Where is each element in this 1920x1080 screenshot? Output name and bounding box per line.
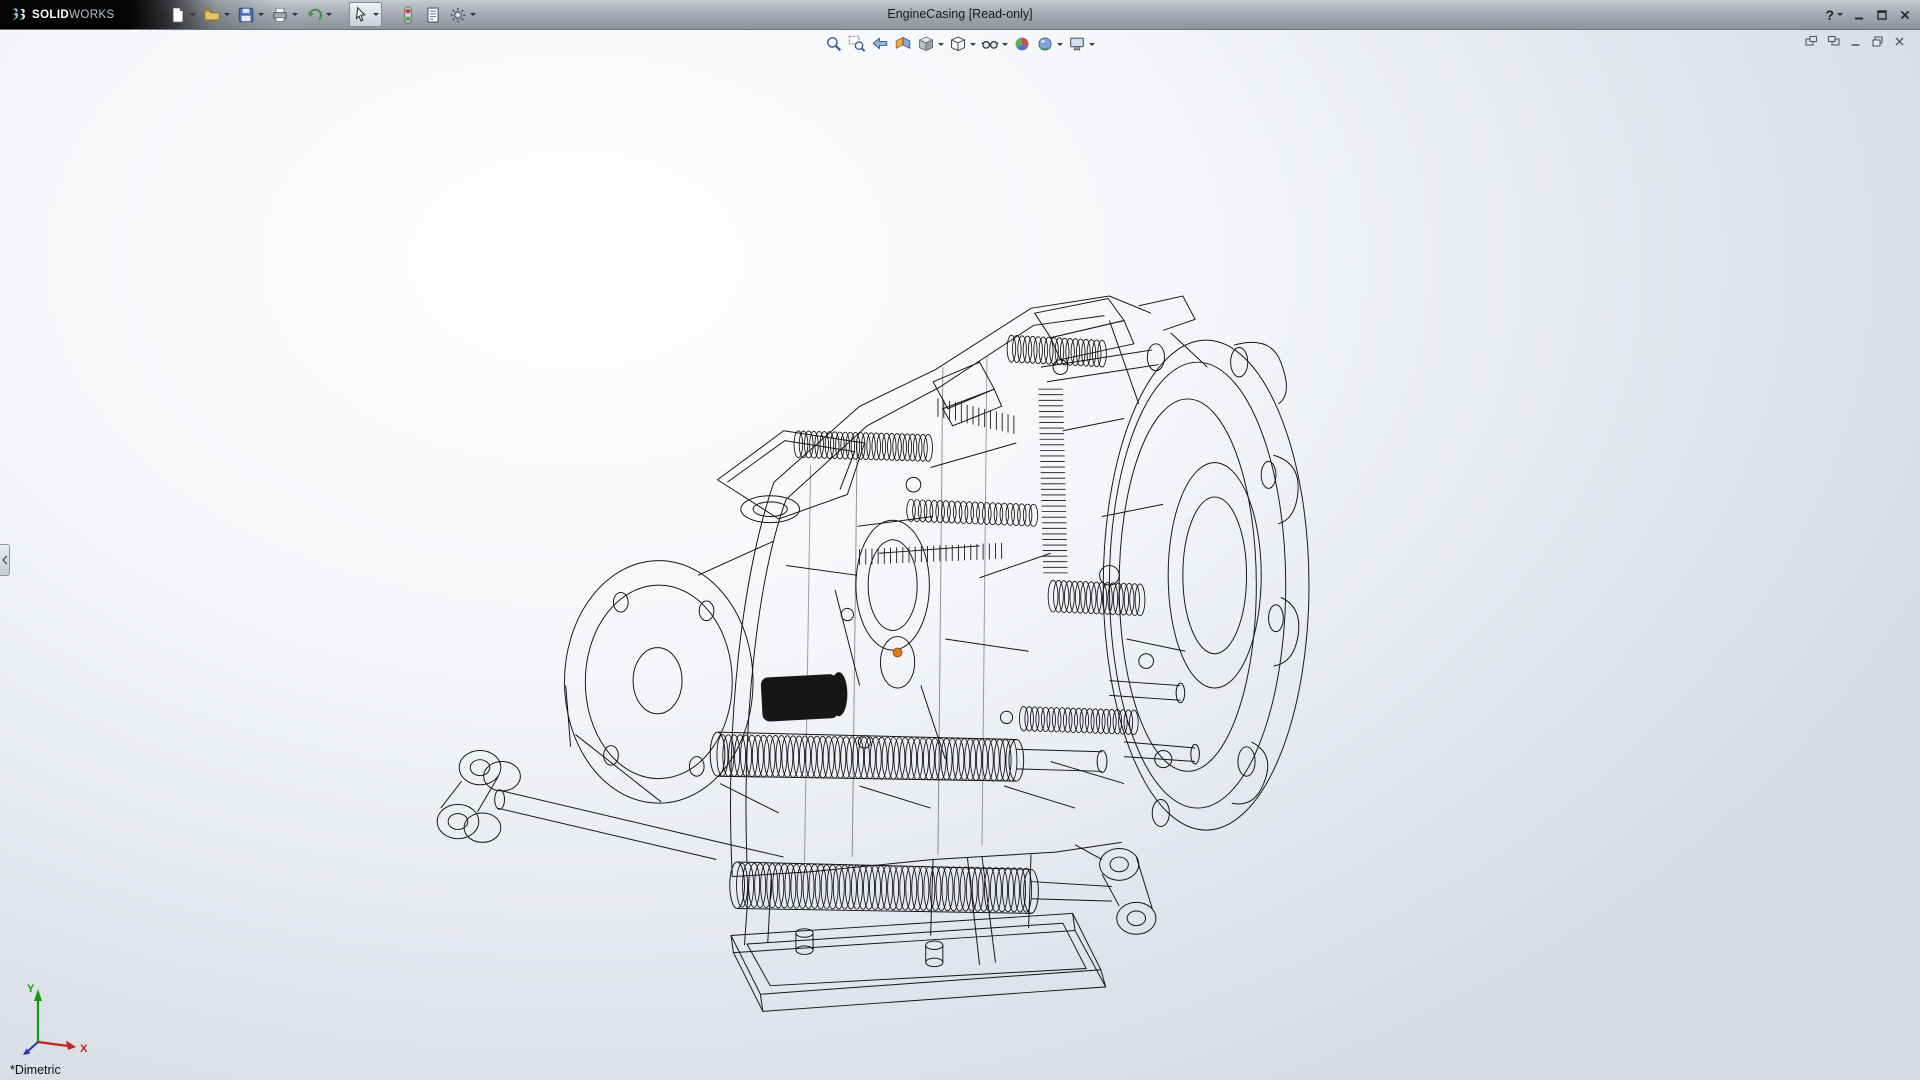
standard-toolbar [168, 3, 477, 26]
apply-scene-icon [1036, 35, 1054, 53]
dense-detail [717, 335, 1145, 912]
view-orientation-label: *Dimetric [10, 1063, 61, 1077]
solidworks-logo: SOLIDWORKS [8, 0, 115, 29]
open-folder-icon [203, 6, 221, 24]
close-button[interactable] [1898, 8, 1912, 22]
maximize-button[interactable] [1875, 8, 1889, 22]
document-title: EngineCasing [Read-only] [887, 0, 1032, 29]
open-button[interactable] [202, 3, 231, 26]
print-button[interactable] [270, 3, 299, 26]
previous-window-icon [1805, 35, 1818, 48]
document-window-controls [1805, 35, 1906, 48]
dropdown-arrow-icon[interactable] [1089, 43, 1095, 46]
save-button[interactable] [236, 3, 265, 26]
options-button[interactable] [448, 3, 477, 26]
dropdown-arrow-icon[interactable] [938, 43, 944, 46]
previous-view-icon [871, 35, 889, 53]
save-floppy-icon [237, 6, 255, 24]
app-name-bold: SOLID [32, 9, 69, 21]
close-icon [1898, 8, 1912, 22]
zoom-to-area-button[interactable] [847, 34, 867, 54]
x-axis-label: X [80, 1043, 88, 1055]
doc-close-icon [1893, 35, 1906, 48]
minimize-icon [1852, 8, 1866, 22]
dropdown-arrow-icon[interactable] [224, 13, 230, 16]
zoom-to-fit-button[interactable] [824, 34, 844, 54]
dropdown-arrow-icon[interactable] [1002, 43, 1008, 46]
dropdown-arrow-icon[interactable] [326, 13, 332, 16]
dropdown-arrow-icon[interactable] [470, 13, 476, 16]
new-button[interactable] [168, 3, 197, 26]
edit-appearance-ball-icon [1013, 35, 1031, 53]
y-axis-label: Y [27, 983, 35, 995]
view-settings-button[interactable] [1067, 34, 1096, 54]
help-button[interactable]: ? [1825, 8, 1843, 22]
engine-wireframe-model [0, 29, 1920, 1080]
window-controls: ? [1825, 0, 1912, 29]
options-gear-icon [449, 6, 467, 24]
previous-window-button[interactable] [1805, 35, 1818, 48]
display-style-button[interactable] [948, 34, 977, 54]
section-view-button[interactable] [893, 34, 913, 54]
chevron-left-icon [2, 555, 8, 565]
zoom-to-area-icon [848, 35, 866, 53]
undo-arrow-icon [305, 6, 323, 24]
zoom-to-fit-icon [825, 35, 843, 53]
heads-up-view-toolbar [824, 34, 1096, 54]
dropdown-arrow-icon[interactable] [970, 43, 976, 46]
dropdown-arrow-icon[interactable] [190, 13, 196, 16]
view-orientation-cube-icon [917, 35, 935, 53]
doc-restore-button[interactable] [1871, 35, 1884, 48]
featuremanager-flyout-tab[interactable] [0, 544, 10, 576]
hide-show-glasses-icon [981, 35, 999, 53]
display-style-wireframe-icon [949, 35, 967, 53]
doc-minimize-icon [1849, 35, 1862, 48]
rebuild-button[interactable] [398, 3, 418, 26]
origin-marker [893, 648, 902, 657]
title-bar: SOLIDWORKS [0, 0, 1920, 30]
next-window-icon [1827, 35, 1840, 48]
solidworks-window: SOLIDWORKS [0, 0, 1920, 1080]
y-axis-arrow [34, 989, 42, 1001]
dropdown-arrow-icon[interactable] [1837, 13, 1843, 16]
app-name: SOLIDWORKS [32, 9, 115, 21]
doc-minimize-button[interactable] [1849, 35, 1862, 48]
z-axis [28, 1042, 38, 1051]
hide-show-items-button[interactable] [980, 34, 1009, 54]
select-button[interactable] [349, 2, 382, 27]
doc-restore-icon [1871, 35, 1884, 48]
view-orientation-button[interactable] [916, 34, 945, 54]
view-settings-icon [1068, 35, 1086, 53]
x-axis-arrow [66, 1041, 76, 1051]
apply-scene-button[interactable] [1035, 34, 1064, 54]
dropdown-arrow-icon[interactable] [258, 13, 264, 16]
dropdown-arrow-icon[interactable] [373, 13, 379, 16]
dropdown-arrow-icon[interactable] [1057, 43, 1063, 46]
graphics-area[interactable]: Y X *Dimetric [0, 29, 1920, 1080]
undo-button[interactable] [304, 3, 333, 26]
section-view-icon [894, 35, 912, 53]
app-name-light: WORKS [69, 9, 114, 21]
reference-triad: Y X [10, 976, 100, 1062]
edit-appearance-button[interactable] [1012, 34, 1032, 54]
print-icon [271, 6, 289, 24]
dropdown-arrow-icon[interactable] [292, 13, 298, 16]
new-document-icon [169, 6, 187, 24]
doc-close-button[interactable] [1893, 35, 1906, 48]
minimize-button[interactable] [1852, 8, 1866, 22]
next-window-button[interactable] [1827, 35, 1840, 48]
rebuild-stoplight-icon [399, 6, 417, 24]
file-properties-button[interactable] [423, 3, 443, 26]
previous-view-button[interactable] [870, 34, 890, 54]
select-cursor-icon [352, 6, 370, 24]
maximize-icon [1875, 8, 1889, 22]
dassault-3ds-logo-icon [8, 6, 28, 24]
file-properties-icon [424, 6, 442, 24]
